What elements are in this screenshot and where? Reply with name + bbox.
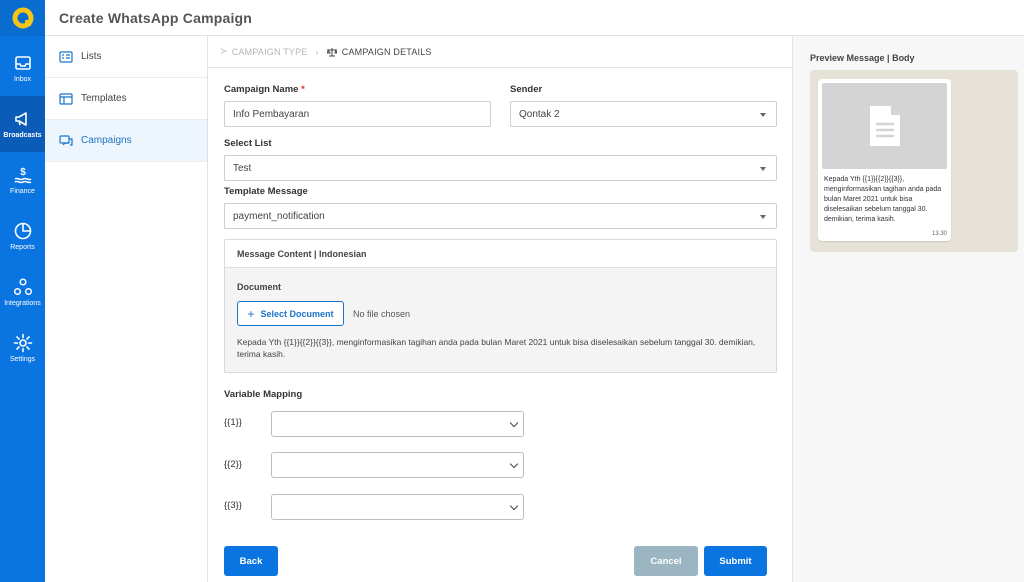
template-icon [59, 92, 73, 105]
submenu-item-lists[interactable]: Lists [45, 36, 207, 78]
svg-text:$: $ [20, 167, 26, 178]
document-icon [869, 106, 900, 146]
chat-icon [59, 134, 73, 146]
variable-1-label: {{1}} [224, 417, 242, 428]
sender-label: Sender [510, 84, 543, 95]
campaign-form: ≻ CAMPAIGN TYPE › CAMPAIGN DETAILS Campa… [208, 36, 792, 582]
rail-label-broadcasts: Broadcasts [3, 132, 42, 139]
integrations-icon [13, 278, 32, 296]
campaign-name-label: Campaign Name * [224, 84, 305, 95]
preview-panel: Preview Message | Body Kepada Yth {{1}}{… [792, 36, 1024, 582]
campaign-name-value: Info Pembayaran [233, 108, 310, 120]
chat-background: Kepada Yth {{1}}{{2}}{{3}}, menginformas… [810, 70, 1018, 252]
cancel-button[interactable]: Cancel [634, 546, 698, 576]
breadcrumb: ≻ CAMPAIGN TYPE › CAMPAIGN DETAILS [208, 36, 792, 68]
required-mark: * [301, 84, 305, 95]
rail-item-inbox[interactable]: Inbox [0, 40, 45, 96]
chevron-down-icon [509, 418, 519, 428]
select-document-button[interactable]: + Select Document [237, 301, 344, 326]
variable-3-select[interactable] [271, 494, 524, 520]
variable-1-select[interactable] [271, 411, 524, 437]
message-bubble: Kepada Yth {{1}}{{2}}{{3}}, menginformas… [818, 79, 951, 241]
select-list-value: Test [233, 162, 252, 174]
breadcrumb-campaign-details: CAMPAIGN DETAILS [341, 46, 432, 57]
message-body-text: Kepada Yth {{1}}{{2}}{{3}}, menginformas… [237, 337, 756, 359]
rail-label-settings: Settings [9, 356, 36, 363]
document-placeholder [822, 83, 947, 169]
select-list-select[interactable]: Test [224, 155, 777, 181]
logo-icon [12, 7, 33, 29]
select-document-label: Select Document [260, 308, 334, 319]
megaphone-icon [14, 112, 27, 126]
caret-down-icon [760, 167, 766, 171]
submenu-label-templates: Templates [81, 93, 127, 104]
caret-down-icon [760, 215, 766, 219]
variable-2-label: {{2}} [224, 459, 242, 470]
sender-select[interactable]: Qontak 2 [510, 101, 777, 127]
plus-icon: + [247, 306, 255, 321]
app-root: Inbox Broadcasts $ Finance Reports Integ… [0, 0, 1024, 582]
sender-value: Qontak 2 [519, 108, 560, 120]
reports-icon [14, 222, 31, 240]
message-content-title: Message Content | Indonesian [225, 240, 776, 268]
breadcrumb-current: CAMPAIGN DETAILS [326, 46, 432, 57]
select-list-label: Select List [224, 138, 272, 149]
list-icon [59, 50, 73, 63]
rail-label-reports: Reports [10, 244, 35, 251]
left-rail: Inbox Broadcasts $ Finance Reports Integ… [0, 0, 45, 582]
submenu-label-campaigns: Campaigns [81, 135, 132, 146]
rail-label-finance: Finance [10, 188, 35, 195]
variable-2-select[interactable] [271, 452, 524, 478]
template-message-select[interactable]: payment_notification [224, 203, 777, 229]
document-label: Document [237, 282, 282, 292]
rail-item-settings[interactable]: Settings [0, 320, 45, 376]
chevron-right-icon: › [315, 46, 319, 57]
rail-label-integrations: Integrations [4, 300, 41, 307]
breadcrumb-campaign-type[interactable]: CAMPAIGN TYPE [232, 47, 308, 57]
no-file-chosen-text: No file chosen [353, 309, 411, 319]
rail-item-integrations[interactable]: Integrations [0, 264, 45, 320]
submenu-item-templates[interactable]: Templates [45, 78, 207, 120]
rail-item-finance[interactable]: $ Finance [0, 152, 45, 208]
finance-icon: $ [14, 167, 31, 184]
rail-label-inbox: Inbox [13, 76, 32, 83]
chevron-down-icon [509, 459, 519, 469]
rail-item-broadcasts[interactable]: Broadcasts [0, 96, 45, 152]
inbox-icon [14, 56, 31, 70]
top-header: Create WhatsApp Campaign [45, 0, 1024, 36]
rail-item-reports[interactable]: Reports [0, 208, 45, 264]
submit-button[interactable]: Submit [704, 546, 767, 576]
message-content-box: Message Content | Indonesian Document + … [224, 239, 777, 373]
campaign-name-input[interactable]: Info Pembayaran [224, 101, 491, 127]
gear-icon [13, 333, 32, 353]
variable-3-label: {{3}} [224, 500, 242, 511]
back-button[interactable]: Back [224, 546, 278, 576]
template-message-label: Template Message [224, 186, 308, 197]
scale-icon [326, 47, 337, 56]
qontak-logo[interactable] [0, 0, 45, 36]
submenu-label-lists: Lists [81, 51, 102, 62]
caret-down-icon [760, 113, 766, 117]
variable-mapping-title: Variable Mapping [224, 389, 303, 400]
breadcrumb-step-icon: ≻ [220, 46, 228, 56]
preview-timestamp: 13.30 [931, 231, 947, 237]
page-title: Create WhatsApp Campaign [59, 9, 253, 26]
campaign-name-label-text: Campaign Name [224, 84, 299, 95]
template-message-value: payment_notification [233, 210, 325, 222]
submenu-item-campaigns[interactable]: Campaigns [45, 120, 207, 162]
broadcast-submenu: Lists Templates Campaigns [45, 36, 208, 582]
chevron-down-icon [509, 501, 519, 511]
preview-body-text: Kepada Yth {{1}}{{2}}{{3}}, menginformas… [824, 176, 942, 223]
preview-title: Preview Message | Body [810, 53, 915, 63]
